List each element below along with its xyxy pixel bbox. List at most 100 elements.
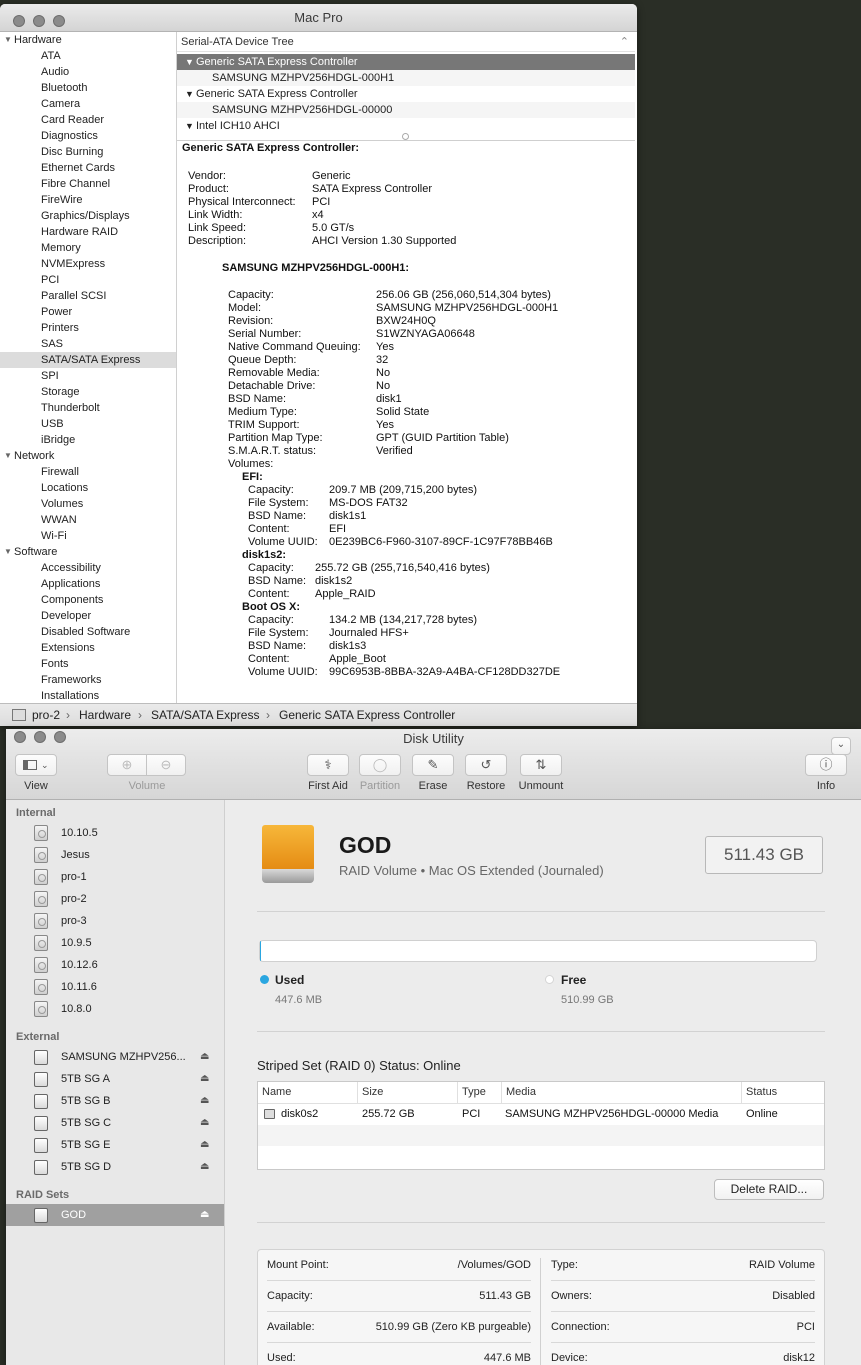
sidebar-item-printers[interactable]: Printers xyxy=(0,320,176,336)
view-button[interactable]: ⌄ xyxy=(15,754,57,776)
sidebar-item-5tb-sg-a[interactable]: 5TB SG A ⏏ xyxy=(6,1068,224,1090)
breadcrumb-item[interactable]: SATA/SATA Express xyxy=(151,704,259,726)
sidebar-item-bluetooth[interactable]: Bluetooth xyxy=(0,80,176,96)
disclosure-triangle-icon[interactable]: ▼ xyxy=(185,54,194,70)
sidebar-item-10-12-6[interactable]: 10.12.6 xyxy=(6,954,224,976)
info-key: Type: xyxy=(551,1259,578,1271)
sidebar-item-camera[interactable]: Camera xyxy=(0,96,176,112)
sidebar-item-installations[interactable]: Installations xyxy=(0,688,176,704)
breadcrumb-item[interactable]: pro-2 xyxy=(32,704,60,726)
eject-icon[interactable]: ⏏ xyxy=(200,1112,209,1134)
sidebar-item-usb[interactable]: USB xyxy=(0,416,176,432)
sidebar-item-nvmexpress[interactable]: NVMExpress xyxy=(0,256,176,272)
sidebar-item-firewire[interactable]: FireWire xyxy=(0,192,176,208)
sidebar-item-sata-sata-express[interactable]: SATA/SATA Express xyxy=(0,352,176,368)
eject-icon[interactable]: ⏏ xyxy=(200,1068,209,1090)
sidebar-item-graphics-displays[interactable]: Graphics/Displays xyxy=(0,208,176,224)
table-row[interactable]: disk0s2 255.72 GB PCI SAMSUNG MZHPV256HD… xyxy=(258,1104,824,1125)
toolbar-overflow-button[interactable]: ⌄ xyxy=(831,737,851,755)
sidebar-item-frameworks[interactable]: Frameworks xyxy=(0,672,176,688)
sidebar-item-samsung-mzhpv256[interactable]: SAMSUNG MZHPV256... ⏏ xyxy=(6,1046,224,1068)
breadcrumb-item[interactable]: Hardware xyxy=(79,704,131,726)
sidebar-item-pro-3[interactable]: pro-3 xyxy=(6,910,224,932)
sidebar-item-thunderbolt[interactable]: Thunderbolt xyxy=(0,400,176,416)
column-header-name[interactable]: Name xyxy=(258,1082,358,1103)
unmount-button[interactable]: ⇅ xyxy=(520,754,562,776)
disclosure-triangle-icon[interactable]: ▼ xyxy=(4,32,12,48)
sidebar-item-storage[interactable]: Storage xyxy=(0,384,176,400)
sidebar-item-firewall[interactable]: Firewall xyxy=(0,464,176,480)
sidebar-item-pro-1[interactable]: pro-1 xyxy=(6,866,224,888)
sidebar-item-5tb-sg-c[interactable]: 5TB SG C ⏏ xyxy=(6,1112,224,1134)
sidebar-item-10-11-6[interactable]: 10.11.6 xyxy=(6,976,224,998)
column-header-size[interactable]: Size xyxy=(358,1082,458,1103)
sidebar-item-audio[interactable]: Audio xyxy=(0,64,176,80)
sidebar-item-god[interactable]: GOD ⏏ xyxy=(6,1204,224,1226)
disclosure-triangle-icon[interactable]: ▼ xyxy=(4,544,12,560)
sidebar-item-card-reader[interactable]: Card Reader xyxy=(0,112,176,128)
sidebar-item-fonts[interactable]: Fonts xyxy=(0,656,176,672)
sidebar-item-fibre-channel[interactable]: Fibre Channel xyxy=(0,176,176,192)
sidebar-item-ibridge[interactable]: iBridge xyxy=(0,432,176,448)
sidebar-item-accessibility[interactable]: Accessibility xyxy=(0,560,176,576)
sidebar-item-jesus[interactable]: Jesus xyxy=(6,844,224,866)
tree-controller-row[interactable]: ▼ Generic SATA Express Controller xyxy=(177,54,635,70)
sidebar-item-10-10-5[interactable]: 10.10.5 xyxy=(6,822,224,844)
sidebar-item-spi[interactable]: SPI xyxy=(0,368,176,384)
eject-icon[interactable]: ⏏ xyxy=(200,1204,209,1226)
divider-handle-icon[interactable] xyxy=(402,133,409,140)
sidebar-item-applications[interactable]: Applications xyxy=(0,576,176,592)
sidebar-item-pci[interactable]: PCI xyxy=(0,272,176,288)
split-divider[interactable] xyxy=(177,132,635,141)
sidebar-item-wwan[interactable]: WWAN xyxy=(0,512,176,528)
device-tree-header[interactable]: Serial-ATA Device Tree ⌃ xyxy=(177,32,635,52)
info-button[interactable]: ⓘ xyxy=(805,754,847,776)
eject-icon[interactable]: ⏏ xyxy=(200,1046,209,1068)
usage-bar-used-fill xyxy=(260,941,261,961)
restore-button[interactable]: ↺ xyxy=(465,754,507,776)
erase-button[interactable]: ✎ xyxy=(412,754,454,776)
disclosure-triangle-icon[interactable]: ▼ xyxy=(185,86,194,102)
column-header-type[interactable]: Type xyxy=(458,1082,502,1103)
tree-device-row[interactable]: SAMSUNG MZHPV256HDGL-00000 xyxy=(177,102,635,118)
tree-device-row[interactable]: SAMSUNG MZHPV256HDGL-000H1 xyxy=(177,70,635,86)
sidebar-item-hardware-raid[interactable]: Hardware RAID xyxy=(0,224,176,240)
sidebar-item-ata[interactable]: ATA xyxy=(0,48,176,64)
sidebar-item-diagnostics[interactable]: Diagnostics xyxy=(0,128,176,144)
partition-button[interactable]: ◯ xyxy=(359,754,401,776)
sidebar-item-10-8-0[interactable]: 10.8.0 xyxy=(6,998,224,1020)
sidebar-item-10-9-5[interactable]: 10.9.5 xyxy=(6,932,224,954)
sidebar-item-locations[interactable]: Locations xyxy=(0,480,176,496)
sidebar-item-memory[interactable]: Memory xyxy=(0,240,176,256)
eject-icon[interactable]: ⏏ xyxy=(200,1134,209,1156)
sidebar-item-components[interactable]: Components xyxy=(0,592,176,608)
sidebar-item-5tb-sg-e[interactable]: 5TB SG E ⏏ xyxy=(6,1134,224,1156)
remove-volume-button[interactable]: ⊖ xyxy=(146,754,186,776)
tree-controller-row[interactable]: ▼ Generic SATA Express Controller xyxy=(177,86,635,102)
sidebar-item-sas[interactable]: SAS xyxy=(0,336,176,352)
sidebar-group-network[interactable]: ▼ Network xyxy=(0,448,176,464)
sidebar-item-5tb-sg-b[interactable]: 5TB SG B ⏏ xyxy=(6,1090,224,1112)
sidebar-item-ethernet-cards[interactable]: Ethernet Cards xyxy=(0,160,176,176)
sidebar-item-developer[interactable]: Developer xyxy=(0,608,176,624)
sidebar-item-extensions[interactable]: Extensions xyxy=(0,640,176,656)
delete-raid-button[interactable]: Delete RAID... xyxy=(714,1179,824,1200)
sidebar-group-software[interactable]: ▼ Software xyxy=(0,544,176,560)
sidebar-item-power[interactable]: Power xyxy=(0,304,176,320)
disclosure-triangle-icon[interactable]: ▼ xyxy=(4,448,12,464)
breadcrumb-item[interactable]: Generic SATA Express Controller xyxy=(279,704,455,726)
eject-icon[interactable]: ⏏ xyxy=(200,1156,209,1178)
first-aid-button[interactable]: ⚕ xyxy=(307,754,349,776)
column-header-status[interactable]: Status xyxy=(742,1082,824,1103)
sidebar-group-hardware[interactable]: ▼ Hardware xyxy=(0,32,176,48)
sidebar-item-wi-fi[interactable]: Wi-Fi xyxy=(0,528,176,544)
sidebar-item-parallel-scsi[interactable]: Parallel SCSI xyxy=(0,288,176,304)
column-header-media[interactable]: Media xyxy=(502,1082,742,1103)
sidebar-item-volumes[interactable]: Volumes xyxy=(0,496,176,512)
eject-icon[interactable]: ⏏ xyxy=(200,1090,209,1112)
sidebar-item-5tb-sg-d[interactable]: 5TB SG D ⏏ xyxy=(6,1156,224,1178)
sidebar-item-disabled-software[interactable]: Disabled Software xyxy=(0,624,176,640)
sidebar-item-disc-burning[interactable]: Disc Burning xyxy=(0,144,176,160)
add-volume-button[interactable]: ⊕ xyxy=(107,754,147,776)
sidebar-item-pro-2[interactable]: pro-2 xyxy=(6,888,224,910)
